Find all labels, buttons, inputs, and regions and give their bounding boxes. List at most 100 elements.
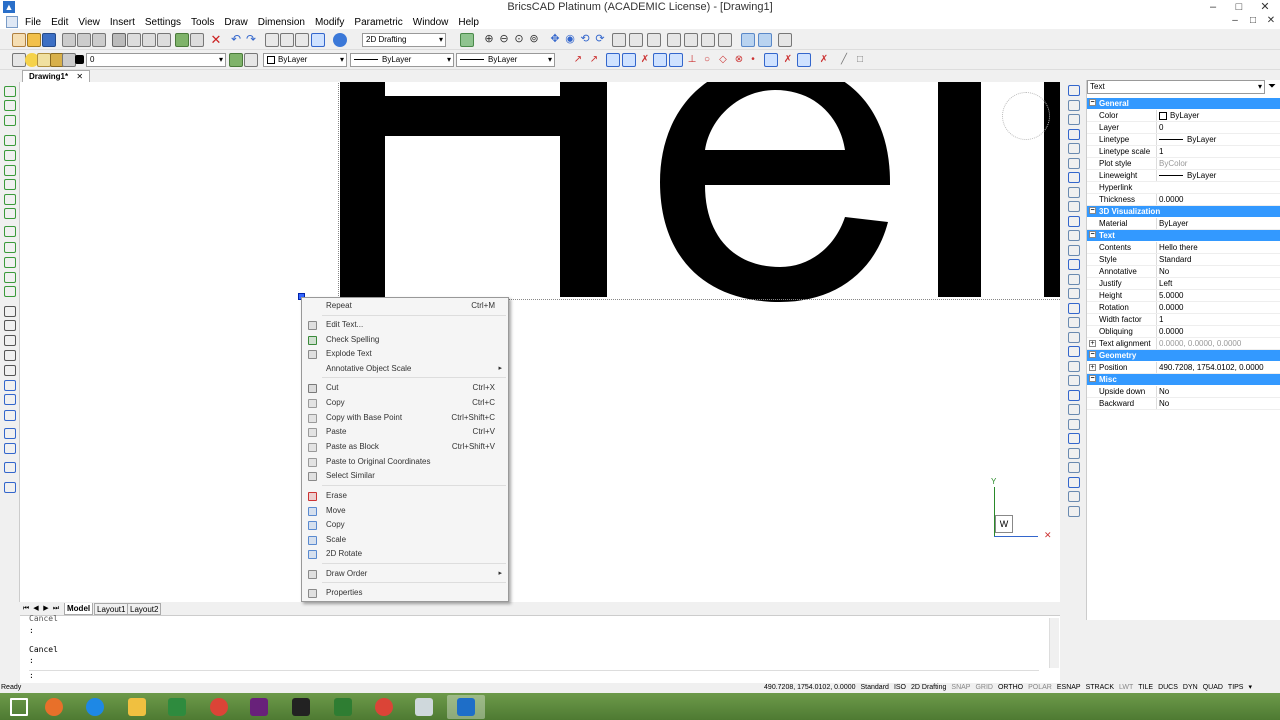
snap-tracking-icon[interactable]: ╱ [837,53,851,67]
menu-item-repeat[interactable]: Repeat Ctrl+M [303,299,507,313]
zoom-extents-icon[interactable]: ⊚ [527,33,541,47]
property-value[interactable]: 0.0000 [1156,194,1280,205]
help-icon[interactable] [333,33,347,47]
open-icon[interactable] [27,33,41,47]
ellipse-icon[interactable] [4,179,16,190]
rotate-icon[interactable] [1068,157,1080,169]
workspace-select[interactable]: 2D Drafting ▾ [362,33,446,47]
viewport-2-icon[interactable] [684,33,698,47]
snap-parallel-icon[interactable]: • [746,53,760,67]
property-row[interactable]: Linetype ByLayer [1087,134,1280,146]
snap-tangent-icon[interactable]: ○ [700,53,714,67]
text-glyph-h-right[interactable] [560,82,607,297]
lineweight-select[interactable]: ByLayer ▾ [456,53,555,67]
command-line[interactable]: Cancel : Cancel : : [20,614,1060,683]
menu-item-copy-with-base-point[interactable]: Copy with Base Point Ctrl+Shift+C [303,411,507,425]
snap-apparent-icon[interactable]: ⊗ [732,53,746,67]
edit-text-icon[interactable] [1068,360,1080,372]
rectangle-icon[interactable] [4,115,16,126]
status-toggle-strack[interactable]: STRACK [1086,683,1114,693]
taskbar-cmd-button[interactable] [282,695,320,719]
status-toggle-snap[interactable]: SNAP [951,683,970,693]
text-glyph-l[interactable] [938,82,981,297]
property-row[interactable]: Color ByLayer [1087,110,1280,122]
design-center-icon[interactable] [295,33,309,47]
cut-icon[interactable] [112,33,126,47]
property-value[interactable]: No [1156,386,1280,397]
zoom-window-icon[interactable]: ⊙ [512,33,526,47]
trim-icon[interactable] [1068,215,1080,227]
snap-extension-icon[interactable] [764,53,778,67]
property-value[interactable]: 0.0000, 0.0000, 0.0000 [1156,338,1280,349]
snap-perpendicular-icon[interactable]: ⊥ [685,53,699,67]
snap-intersection-icon[interactable] [653,53,667,67]
status-toggle-lwt[interactable]: LWT [1119,683,1133,693]
layers-icon[interactable] [12,53,26,67]
snap-clear-icon[interactable]: ✗ [817,53,831,67]
pedit-icon[interactable] [1068,404,1080,415]
status-toggle-tile[interactable]: TILE [1138,683,1153,693]
drawing-canvas[interactable]: Y W ✕ [20,82,1060,602]
property-row[interactable]: + Position 490.7208, 1754.0102, 0.0000 [1087,362,1280,374]
render-icon[interactable] [741,33,755,47]
block-edit-icon[interactable] [1068,433,1080,444]
color-select[interactable]: ByLayer ▾ [263,53,347,67]
taskbar-chrome2-button[interactable] [365,695,403,719]
property-value[interactable]: ByLayer [1156,218,1280,229]
status-toggle-esnap[interactable]: ESNAP [1057,683,1081,693]
close-tab-icon[interactable]: ✕ [76,72,83,81]
field-icon[interactable] [4,462,16,473]
status-toggle-2d-drafting[interactable]: 2D Drafting [911,683,946,693]
property-value[interactable]: 1 [1156,146,1280,157]
property-value[interactable]: Left [1156,278,1280,289]
chamfer-icon[interactable] [1068,259,1080,270]
view-icon[interactable]: ◉ [563,33,577,47]
taskbar-window-button[interactable] [405,695,443,719]
property-value[interactable]: No [1156,398,1280,409]
collapse-icon[interactable]: − [1089,207,1096,214]
line-icon[interactable] [4,86,16,97]
group-geometry[interactable]: − Geometry [1087,350,1280,361]
plot-icon[interactable] [62,53,76,67]
copy-icon[interactable] [1068,99,1080,111]
menu-settings[interactable]: Settings [140,17,186,28]
property-row[interactable]: Linetype scale 1 [1087,146,1280,158]
menu-item-copy[interactable]: Copy Ctrl+C [303,396,507,410]
taskbar-chrome-button[interactable] [200,695,238,719]
command-scrollbar[interactable] [1049,618,1059,668]
save-icon[interactable] [42,33,56,47]
regen-icon[interactable] [460,33,474,47]
menu-item-cut[interactable]: Cut Ctrl+X [303,381,507,395]
property-row[interactable]: Thickness 0.0000 [1087,194,1280,206]
paste-icon[interactable] [142,33,156,47]
mdi-close-button[interactable]: ✕ [1262,15,1280,29]
snap-midpoint-icon[interactable]: ↗ [587,53,601,67]
command-prompt[interactable]: : [29,670,1039,680]
viewport-4-icon[interactable] [718,33,732,47]
taskbar-firefox-button[interactable] [35,695,73,719]
arc-icon[interactable] [4,135,16,146]
menu-item-properties[interactable]: Properties [303,586,507,600]
property-value[interactable]: Standard [1156,254,1280,265]
xref-icon[interactable] [4,410,16,421]
group-general[interactable]: − General [1087,98,1280,109]
layer-select[interactable]: 0 ▾ [86,53,226,67]
menu-item-move[interactable]: Move [303,504,507,518]
erase-icon[interactable]: ✕ [209,33,223,47]
property-value[interactable]: 0.0000 [1156,302,1280,313]
drawing-doc-icon[interactable] [6,16,18,28]
menu-edit[interactable]: Edit [46,17,73,28]
attedit-icon[interactable] [1068,447,1080,459]
group-icon[interactable] [4,443,16,454]
taskbar-project-button[interactable] [324,695,362,719]
explode-icon[interactable] [190,33,204,47]
menu-dimension[interactable]: Dimension [253,17,310,28]
named-views-icon[interactable] [647,33,661,47]
array-icon[interactable] [1068,143,1080,154]
multiline-text-icon[interactable] [4,365,16,376]
circle-icon[interactable] [4,150,16,161]
menu-tools[interactable]: Tools [186,17,219,28]
status-toggle-polar[interactable]: POLAR [1028,683,1052,693]
menu-view[interactable]: View [73,17,105,28]
snap-settings-icon[interactable] [797,53,811,67]
